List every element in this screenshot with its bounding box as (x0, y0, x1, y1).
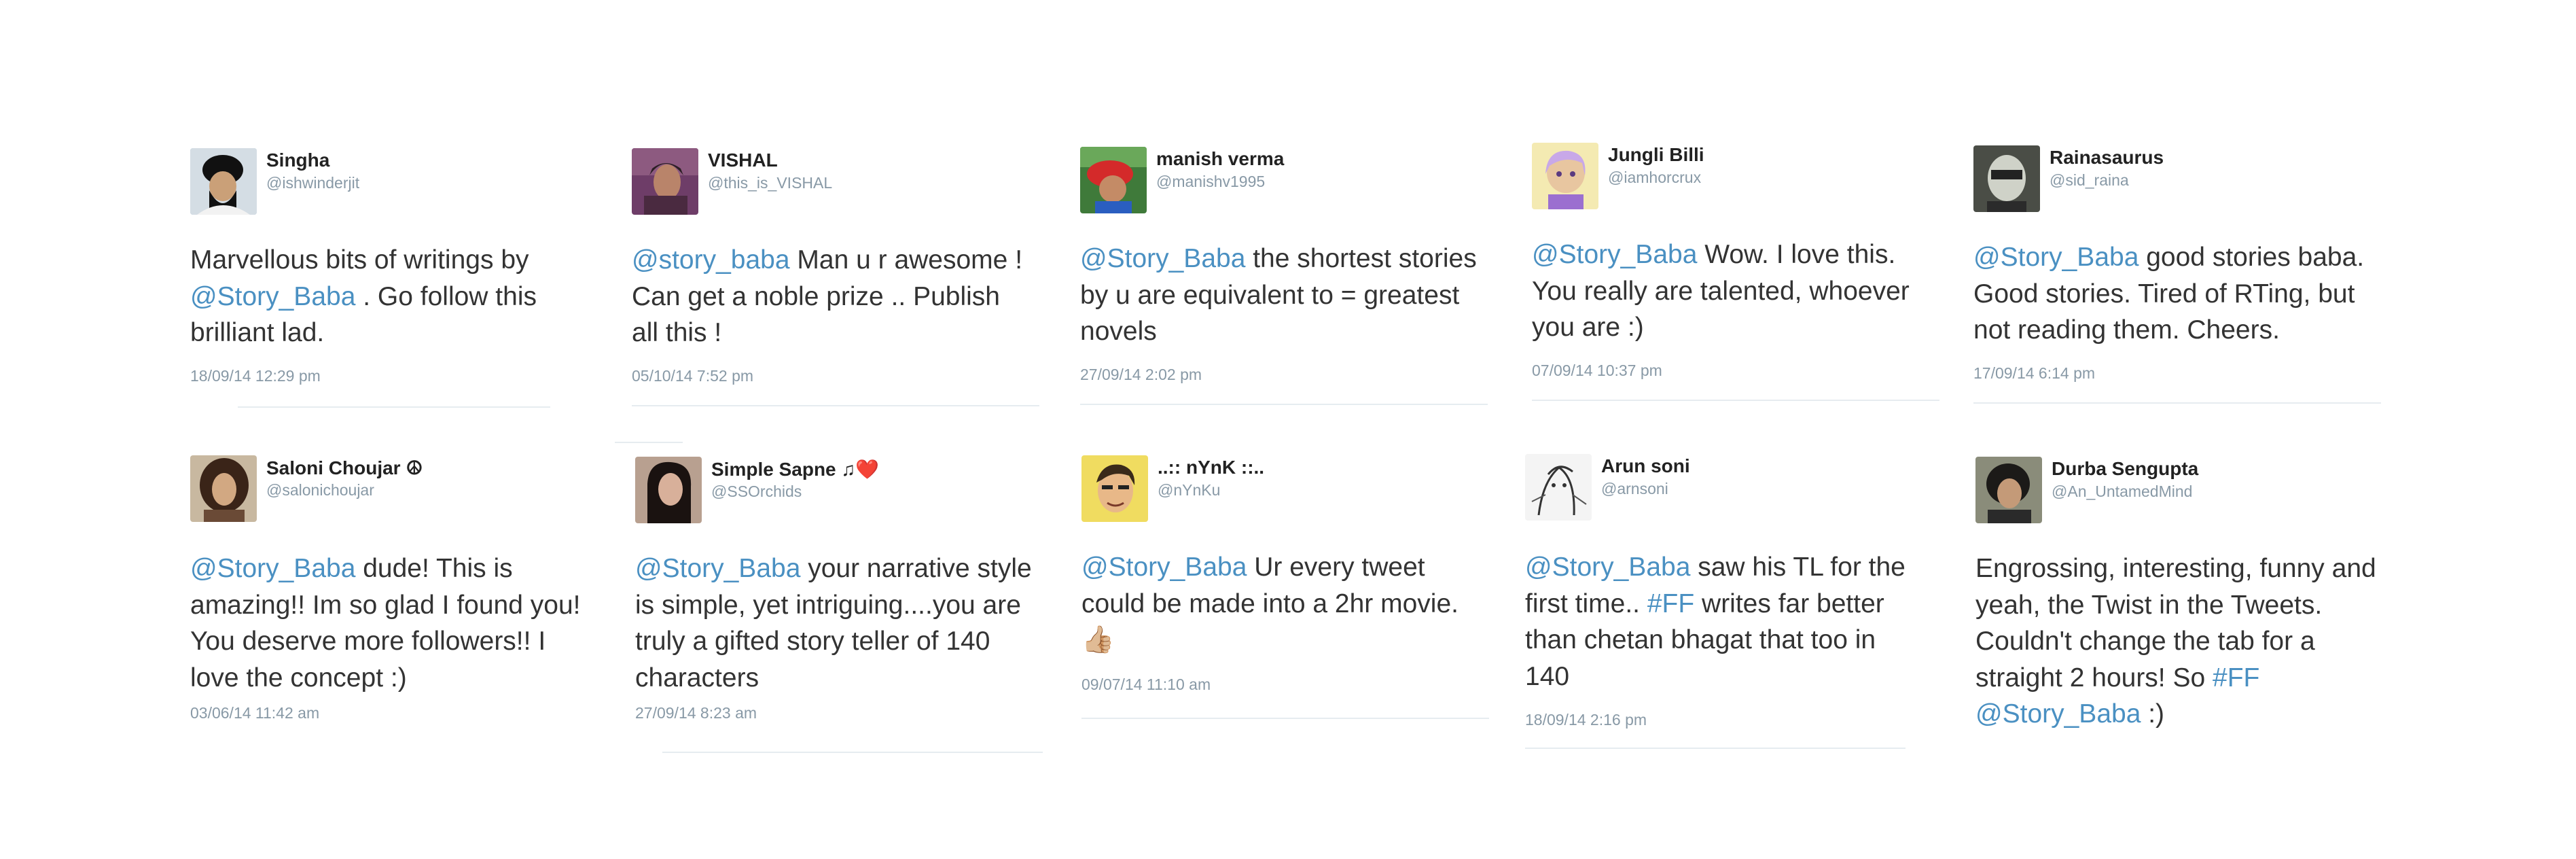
mention-link[interactable]: @Story_Baba (190, 554, 355, 583)
user-handle[interactable]: @arnsoni (1601, 480, 1668, 498)
dark-hair-avatar-icon (635, 457, 702, 523)
avatar[interactable] (1975, 457, 2042, 523)
mention-link[interactable]: @Story_Baba (1975, 699, 2141, 729)
user-name[interactable]: Arun soni (1601, 455, 1690, 477)
tweet-date[interactable]: 09/07/14 11:10 am (1081, 676, 1211, 694)
tweet-text: @Story_Baba your narrative style is simp… (635, 550, 1036, 696)
user-handle[interactable]: @sid_raina (2050, 171, 2129, 190)
divider (1081, 718, 1489, 719)
divider (662, 752, 1043, 753)
mention-link[interactable]: @Story_Baba (190, 282, 355, 311)
red-cap-avatar-icon (1080, 147, 1147, 213)
tweet-text: @Story_Baba Wow. I love this. You really… (1532, 236, 1933, 346)
person-turban-avatar-icon (190, 148, 257, 215)
avatar[interactable] (632, 148, 698, 215)
tweet-text: @Story_Baba good stories baba. Good stor… (1973, 239, 2374, 349)
tweet-date[interactable]: 05/10/14 7:52 pm (632, 367, 753, 385)
avatar[interactable] (190, 148, 257, 215)
user-handle[interactable]: @SSOrchids (711, 483, 802, 501)
user-handle[interactable]: @salonichoujar (266, 481, 374, 499)
avatar[interactable] (1532, 143, 1598, 209)
divider (1532, 400, 1939, 401)
tweet-text-clip: @Story_Baba your narrative style is simp… (635, 550, 1056, 720)
divider (1525, 748, 1906, 749)
user-handle[interactable]: @ishwinderjit (266, 174, 359, 192)
user-name[interactable]: Durba Sengupta (2052, 458, 2198, 480)
user-name[interactable]: Singha (266, 150, 329, 171)
avatar[interactable] (1081, 455, 1148, 522)
user-name[interactable]: Simple Sapne ♫❤️ (711, 458, 879, 480)
user-name[interactable]: Rainasaurus (2050, 147, 2164, 169)
mention-link[interactable]: @Story_Baba (635, 554, 800, 583)
tweet-text: Engrossing, interesting, funny and yeah,… (1975, 550, 2376, 733)
sketch-avatar-icon (1525, 454, 1592, 521)
tweet-date[interactable]: 18/09/14 12:29 pm (190, 367, 321, 385)
cartoon-face-avatar-icon (1081, 455, 1148, 522)
tweet-text-run: Engrossing, interesting, funny and yeah,… (1975, 554, 2376, 693)
avatar[interactable] (1525, 454, 1592, 521)
user-handle[interactable]: @iamhorcrux (1608, 169, 1701, 187)
tweet-text-run: Marvellous bits of writings by (190, 245, 529, 275)
mention-link[interactable]: @Story_Baba (1532, 240, 1697, 269)
divider (1973, 402, 2381, 404)
mention-link[interactable]: @Story_Baba (1080, 244, 1245, 273)
hashtag-link[interactable]: #FF (2213, 663, 2259, 693)
masked-face-avatar-icon (1973, 145, 2040, 212)
user-name[interactable]: Jungli Billi (1608, 144, 1704, 166)
tweet-date[interactable]: 07/09/14 10:37 pm (1532, 362, 1662, 380)
avatar[interactable] (635, 457, 702, 523)
user-name[interactable]: manish verma (1156, 148, 1284, 170)
avatar[interactable] (1973, 145, 2040, 212)
mention-link[interactable]: @Story_Baba (1081, 553, 1247, 582)
tweet-text: Marvellous bits of writings by @Story_Ba… (190, 242, 571, 351)
mention-link[interactable]: @Story_Baba (1973, 243, 2139, 272)
purple-portrait-avatar-icon (632, 148, 698, 215)
curly-hair-avatar-icon (190, 455, 257, 522)
tweet-text: @Story_Baba the shortest stories by u ar… (1080, 241, 1481, 350)
girl-illustration-avatar-icon (1532, 143, 1598, 209)
mention-link[interactable]: @Story_Baba (1525, 553, 1690, 582)
user-name[interactable]: Saloni Choujar ☮ (266, 457, 423, 479)
tweet-text: @Story_Baba dude! This is amazing!! Im s… (190, 550, 591, 696)
tweet-text: @Story_Baba saw his TL for the first tim… (1525, 549, 1926, 695)
tweet-date[interactable]: 03/06/14 11:42 am (190, 704, 319, 720)
user-name[interactable]: VISHAL (708, 150, 778, 171)
avatar[interactable] (190, 455, 257, 522)
tweet-date[interactable]: 27/09/14 8:23 am (635, 704, 757, 720)
tweet-text-run: :) (2141, 699, 2165, 729)
user-name[interactable]: ..:: nYnK ::.. (1158, 457, 1264, 478)
avatar[interactable] (1080, 147, 1147, 213)
tweet-date[interactable]: 18/09/14 2:16 pm (1525, 711, 1647, 729)
tweet-date[interactable]: 27/09/14 2:02 pm (1080, 366, 1202, 384)
user-handle[interactable]: @An_UntamedMind (2052, 483, 2192, 501)
divider (238, 406, 550, 408)
hashtag-link[interactable]: #FF (1647, 589, 1694, 618)
tweet-date[interactable]: 17/09/14 6:14 pm (1973, 364, 2095, 383)
tweet-text: @story_baba Man u r awesome ! Can get a … (632, 242, 1033, 351)
mention-link[interactable]: @story_baba (632, 245, 790, 275)
short-hair-woman-avatar-icon (1975, 457, 2042, 523)
divider (615, 442, 683, 443)
user-handle[interactable]: @this_is_VISHAL (708, 174, 832, 192)
tweet-text-clip: @Story_Baba dude! This is amazing!! Im s… (190, 550, 611, 720)
tweet-text: @Story_Baba Ur every tweet could be made… (1081, 549, 1482, 659)
user-handle[interactable]: @manishv1995 (1156, 173, 1265, 191)
user-handle[interactable]: @nYnKu (1158, 481, 1220, 499)
divider (1080, 404, 1488, 405)
divider (632, 405, 1039, 406)
